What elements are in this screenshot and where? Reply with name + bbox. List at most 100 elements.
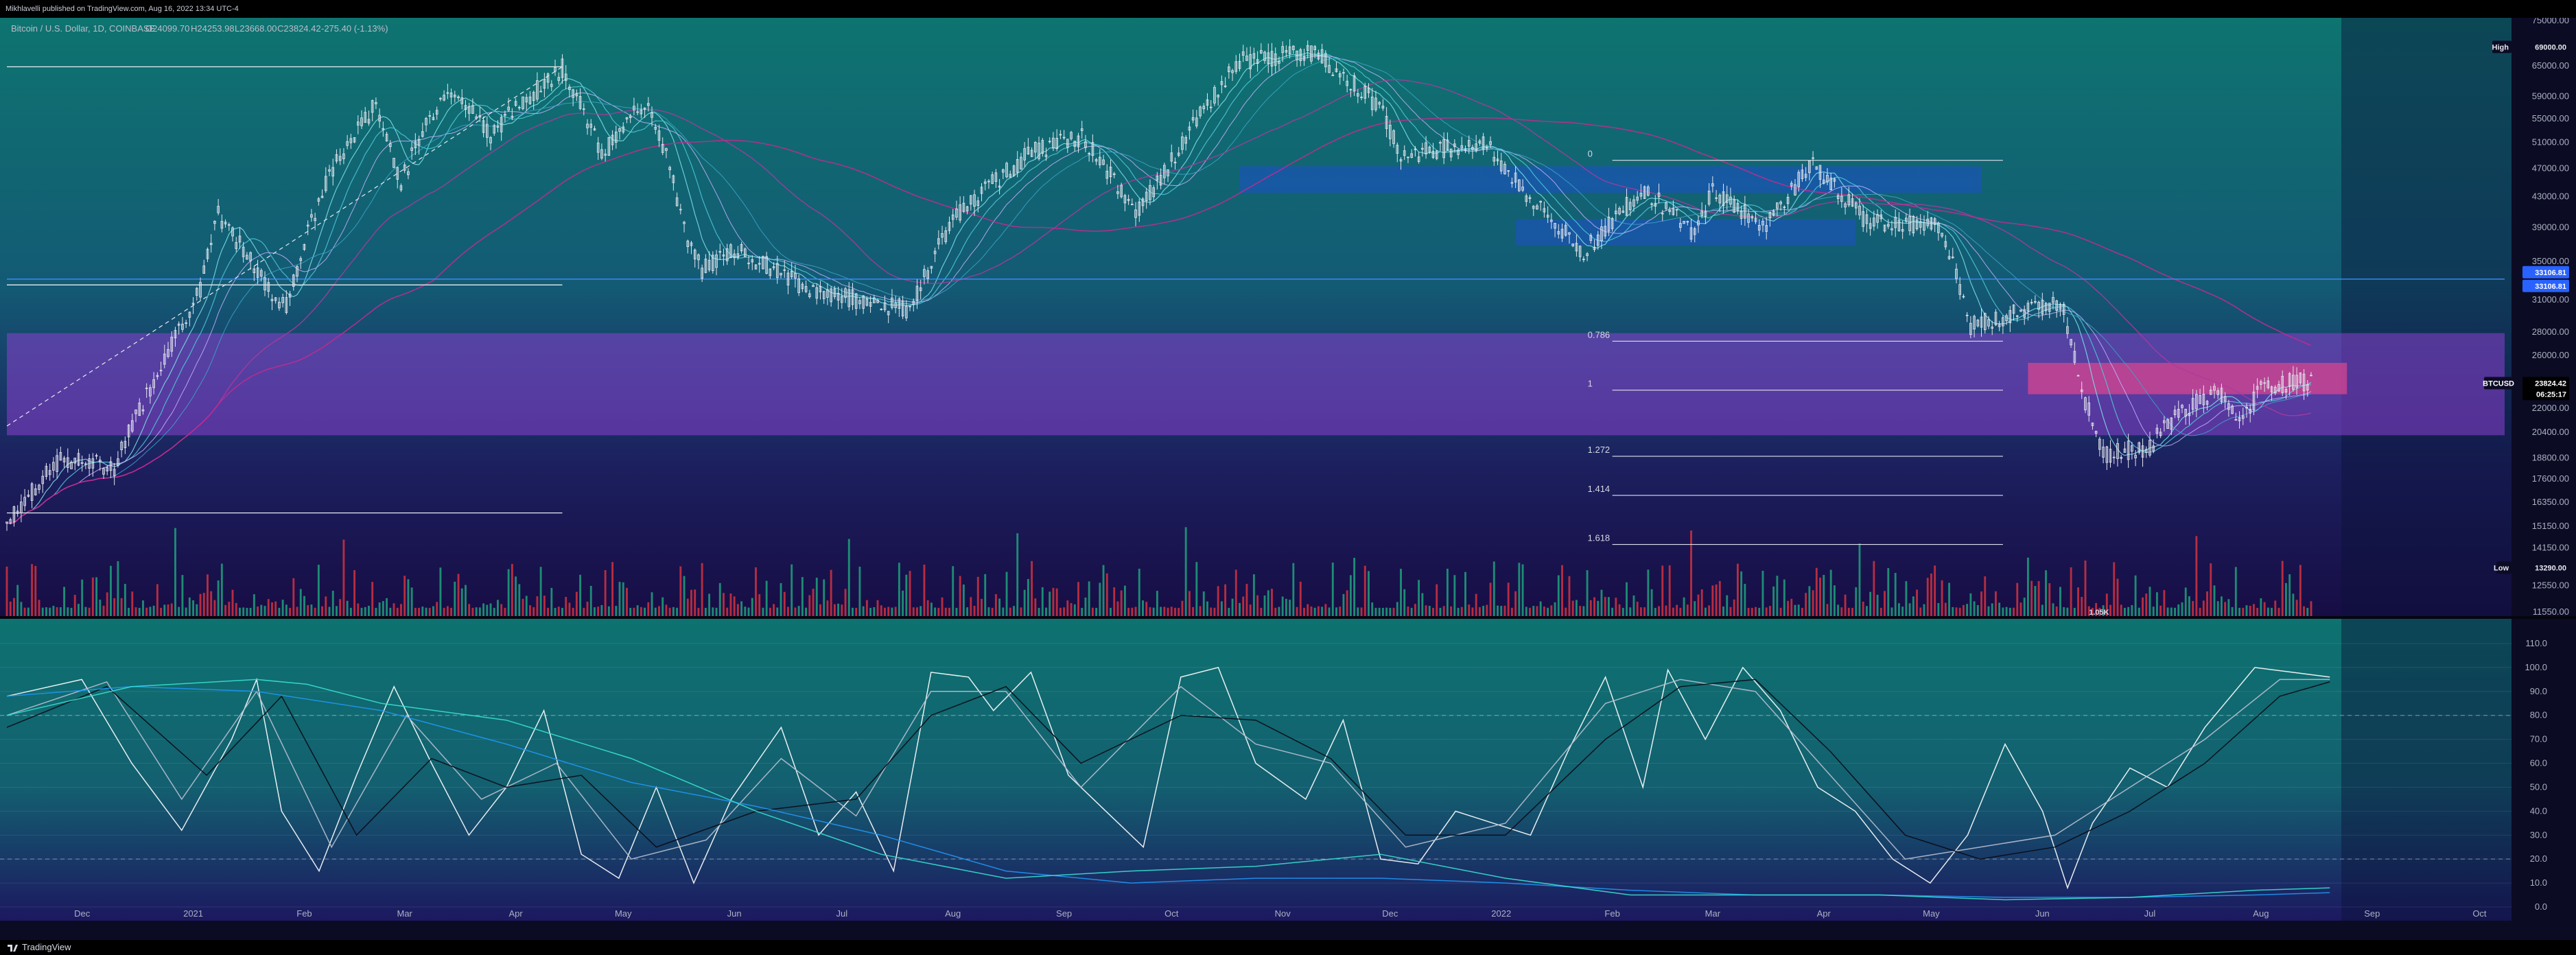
volume-bar (1127, 607, 1130, 616)
volume-bar (1217, 586, 1219, 616)
volume-bar (869, 607, 872, 616)
trading-chart[interactable]: 0 0.786 1 1.272 1.414 1.618 75000.00 69000.00 6… (0, 18, 2576, 940)
volume-bar (1908, 603, 1911, 616)
volume-bar (1686, 604, 1689, 616)
volume-bar (1593, 597, 1595, 616)
volume-bar (2249, 606, 2251, 616)
volume-bar (2123, 607, 2126, 616)
price-tick-label: 20400.00 (2532, 427, 2569, 437)
volume-bar (1884, 591, 1886, 616)
volume-bar (1285, 598, 1287, 616)
volume-bar (1084, 598, 1087, 616)
volume-bar (199, 593, 202, 616)
volume-bar (597, 606, 600, 616)
volume-bar (128, 607, 130, 616)
volume-bar (712, 607, 714, 616)
volume-bar (34, 565, 37, 616)
volume-bar (1131, 607, 1134, 616)
volume-bar (1202, 591, 1205, 616)
volume-bar (1672, 607, 1674, 616)
volume-bar (396, 607, 399, 616)
volume-bar (432, 606, 434, 616)
volume-bar (1116, 601, 1119, 616)
volume-bar (1110, 607, 1112, 616)
volume-bar (196, 604, 198, 616)
volume-bar (192, 600, 194, 616)
volume-bar (1819, 577, 1821, 616)
volume-bar (2210, 563, 2212, 616)
time-tick-label: Aug (945, 908, 961, 919)
volume-bar (1787, 600, 1789, 616)
volume-bar (1755, 606, 1757, 616)
volume-bar (557, 606, 560, 616)
volume-bar (414, 607, 417, 616)
volume-bar (948, 607, 950, 616)
volume-bar (145, 607, 148, 616)
price-tick-label: 51000.00 (2532, 137, 2569, 148)
volume-bar (468, 604, 471, 616)
volume-bar (1260, 607, 1263, 616)
volume-bar (2303, 606, 2305, 616)
volume-bar (1618, 604, 1621, 616)
volume-bar (1794, 604, 1796, 616)
volume-bar (865, 600, 868, 616)
time-tick-label: 2022 (1491, 908, 1511, 919)
volume-bar (611, 562, 614, 616)
volume-bar (1213, 607, 1216, 616)
time-tick-label: Oct (2472, 908, 2487, 919)
volume-bar (797, 606, 800, 616)
volume-bar (1321, 606, 1324, 616)
volume-bar (1385, 607, 1388, 616)
volume-bar (1683, 597, 1685, 616)
volume-bar (2009, 607, 2011, 616)
volume-bar (1105, 573, 1108, 616)
volume-bar (2026, 557, 2029, 616)
time-tick-label: Sep (2364, 908, 2380, 919)
volume-bar (1944, 602, 1947, 616)
volume-bar (579, 574, 582, 616)
volume-bar (1650, 589, 1653, 616)
fib-level-label: 0.786 (1588, 329, 1611, 340)
volume-bar (386, 598, 388, 616)
volume-bar (2213, 585, 2216, 616)
volume-bar (81, 579, 84, 616)
volume-bar (1156, 591, 1158, 616)
price-tick-label: 26000.00 (2532, 350, 2569, 360)
volume-bar (1055, 588, 1058, 616)
volume-bar (518, 584, 521, 616)
volume-bar (1865, 606, 1868, 616)
volume-bar (1575, 600, 1578, 616)
volume-bar (525, 596, 528, 616)
volume-bar (1829, 569, 1832, 616)
volume-bar (110, 565, 112, 616)
volume-bar (2013, 607, 2015, 616)
volume-bar (2274, 600, 2277, 616)
low-badge-value: 13290.00 (2535, 564, 2566, 572)
volume-bar (1514, 591, 1517, 616)
volume-bar (1134, 606, 1137, 616)
volume-bar (644, 607, 646, 616)
volume-bar (2023, 598, 2026, 616)
volume-bar (1797, 604, 1800, 616)
volume-bar (791, 564, 793, 616)
volume-bar (493, 607, 495, 616)
volume-bar (1643, 607, 1646, 616)
time-tick-label: Aug (2253, 908, 2269, 919)
volume-bar (446, 606, 449, 616)
volume-bar (1722, 606, 1724, 616)
volume-bar (604, 570, 607, 616)
volume-bar (307, 605, 309, 616)
volume-bar (1837, 604, 1840, 616)
volume-bar (2005, 606, 2008, 616)
volume-bar (1772, 586, 1775, 616)
time-tick-label: Sep (1056, 908, 1072, 919)
volume-bar (1281, 596, 1284, 616)
volume-bar (1632, 595, 1635, 616)
volume-bar (2299, 565, 2302, 616)
volume-bar (1783, 579, 1785, 616)
volume-bar (894, 606, 897, 616)
volume-bar (1432, 607, 1434, 616)
volume-bar (1195, 562, 1198, 616)
oscillator-pane-background (0, 619, 2511, 921)
volume-bar (2220, 596, 2223, 616)
